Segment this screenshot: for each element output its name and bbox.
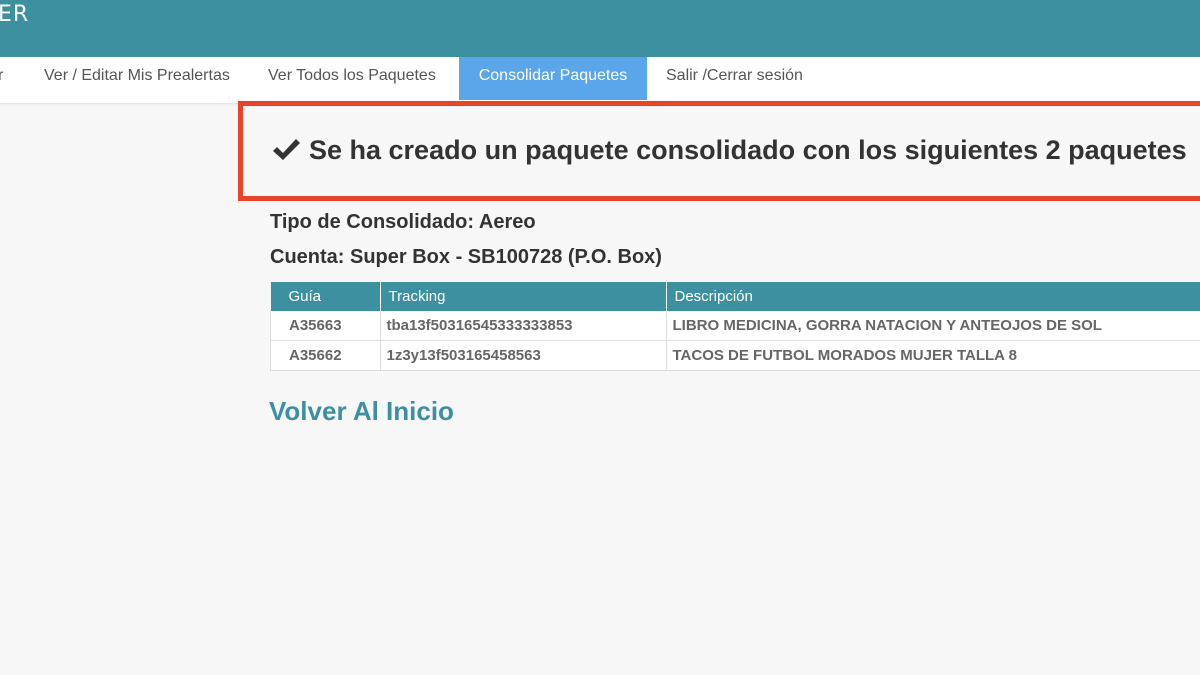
alert-message-line: Se ha creado un paquete consolidado con … xyxy=(271,132,1187,168)
nav-item-all-packages[interactable]: Ver Todos los Paquetes xyxy=(268,57,436,100)
account-info: Cuenta: Super Box - SB100728 (P.O. Box) xyxy=(270,246,662,268)
table-header-row: Guía Tracking Descripción xyxy=(270,282,1200,311)
column-header-descripcion: Descripción xyxy=(666,282,1200,311)
cell-descripcion: LIBRO MEDICINA, GORRA NATACION Y ANTEOJO… xyxy=(666,311,1200,341)
top-header: ER / xyxy=(0,0,1200,57)
packages-table: Guía Tracking Descripción A35663 tba13f5… xyxy=(270,282,1200,371)
cell-guia: A35662 xyxy=(270,340,381,371)
cell-tracking: 1z3y13f503165458563 xyxy=(380,340,667,371)
checkmark-icon xyxy=(273,139,300,160)
table-row: A35663 tba13f50316545333333853 LIBRO MED… xyxy=(270,311,1200,341)
consolidation-type: Tipo de Consolidado: Aereo xyxy=(270,211,536,233)
cell-descripcion: TACOS DE FUTBOL MORADOS MUJER TALLA 8 xyxy=(666,340,1200,371)
back-to-home-link[interactable]: Volver Al Inicio xyxy=(269,396,454,427)
column-header-tracking: Tracking xyxy=(380,282,667,311)
cell-guia: A35663 xyxy=(270,311,381,341)
table-row: A35662 1z3y13f503165458563 TACOS DE FUTB… xyxy=(270,340,1200,371)
column-header-guia: Guía xyxy=(270,282,381,311)
brand-logo-text[interactable]: ER xyxy=(0,2,29,28)
main-nav: r Ver / Editar Mis Prealertas Ver Todos … xyxy=(0,57,1200,104)
nav-item-partial[interactable]: r xyxy=(0,57,7,100)
nav-item-edit-prealerts[interactable]: Ver / Editar Mis Prealertas xyxy=(44,57,230,100)
cell-tracking: tba13f50316545333333853 xyxy=(380,311,667,341)
success-alert: Se ha creado un paquete consolidado con … xyxy=(238,101,1200,201)
nav-item-consolidate-packages[interactable]: Consolidar Paquetes xyxy=(459,57,647,100)
nav-item-logout[interactable]: Salir /Cerrar sesión xyxy=(666,57,803,100)
alert-message: Se ha creado un paquete consolidado con … xyxy=(309,135,1187,165)
